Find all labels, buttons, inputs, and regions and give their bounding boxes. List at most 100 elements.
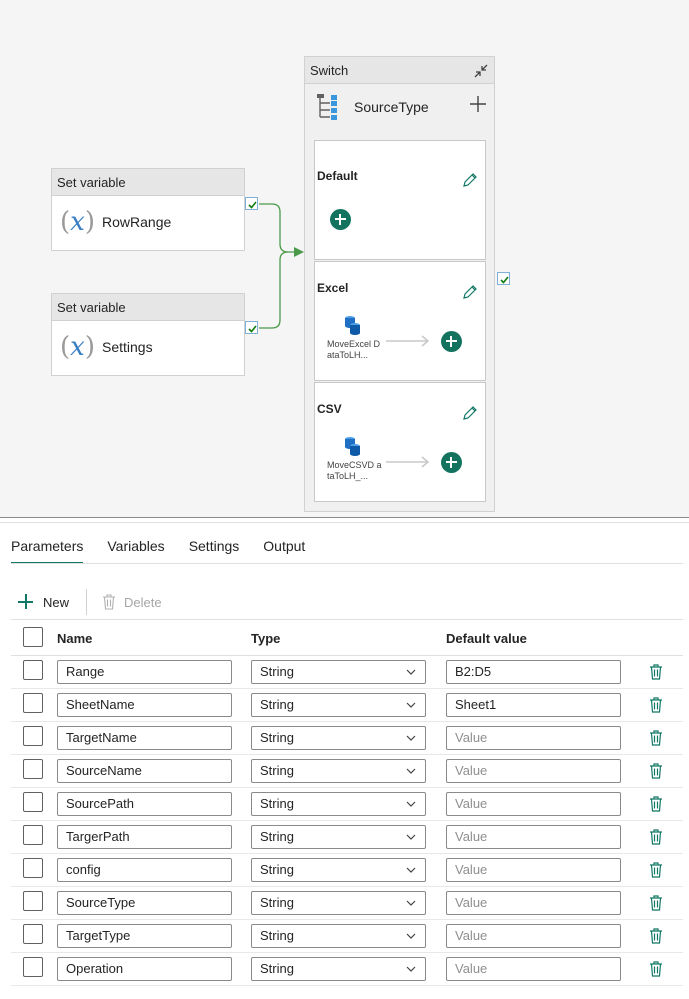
success-port-icon[interactable] bbox=[245, 321, 258, 334]
parameter-name-input[interactable]: SourceType bbox=[57, 891, 232, 915]
parameter-type-select[interactable]: String bbox=[251, 759, 426, 783]
parameter-default-input[interactable]: Value bbox=[446, 792, 621, 816]
parameter-type-select[interactable]: String bbox=[251, 825, 426, 849]
delete-row-icon[interactable] bbox=[649, 697, 663, 713]
delete-row-icon[interactable] bbox=[649, 730, 663, 746]
row-checkbox[interactable] bbox=[23, 792, 43, 812]
header-name: Name bbox=[57, 631, 93, 646]
chevron-down-icon bbox=[406, 702, 416, 708]
parameter-type-select[interactable]: String bbox=[251, 726, 426, 750]
edit-icon[interactable] bbox=[461, 171, 479, 189]
trash-icon bbox=[103, 594, 116, 610]
delete-parameter-button[interactable]: Delete bbox=[102, 594, 162, 610]
success-port-icon[interactable] bbox=[245, 197, 258, 210]
delete-row-icon[interactable] bbox=[649, 796, 663, 812]
parameter-type-select[interactable]: String bbox=[251, 858, 426, 882]
tab-settings[interactable]: Settings bbox=[189, 538, 240, 564]
row-checkbox[interactable] bbox=[23, 858, 43, 878]
switch-icon bbox=[317, 94, 343, 125]
edit-icon[interactable] bbox=[461, 283, 479, 301]
table-top-divider bbox=[11, 619, 683, 620]
parameter-default-input[interactable]: Value bbox=[446, 825, 621, 849]
pipeline-canvas[interactable]: Set variable (x) RowRange Set variable (… bbox=[0, 0, 689, 518]
add-activity-button[interactable] bbox=[330, 209, 351, 230]
select-all-checkbox[interactable] bbox=[23, 627, 43, 647]
tab-output[interactable]: Output bbox=[263, 538, 305, 564]
activity-name: Settings bbox=[102, 339, 153, 355]
add-case-icon[interactable] bbox=[468, 94, 488, 114]
chevron-down-icon bbox=[406, 768, 416, 774]
new-parameter-button[interactable]: New bbox=[11, 594, 69, 610]
row-checkbox[interactable] bbox=[23, 924, 43, 944]
row-checkbox[interactable] bbox=[23, 693, 43, 713]
copy-data-icon[interactable] bbox=[343, 436, 361, 461]
parameter-name-input[interactable]: SourcePath bbox=[57, 792, 232, 816]
table-header: Name Type Default value bbox=[11, 619, 683, 656]
collapse-icon[interactable] bbox=[471, 61, 491, 81]
parameter-type-select[interactable]: String bbox=[251, 957, 426, 981]
delete-row-icon[interactable] bbox=[649, 829, 663, 845]
add-activity-button[interactable] bbox=[441, 452, 462, 473]
case-title: CSV bbox=[317, 402, 342, 416]
tab-variables[interactable]: Variables bbox=[107, 538, 164, 564]
delete-row-icon[interactable] bbox=[649, 895, 663, 911]
parameter-default-input[interactable]: Sheet1 bbox=[446, 693, 621, 717]
add-activity-button[interactable] bbox=[441, 331, 462, 352]
switch-case-excel[interactable]: Excel MoveExcel DataToLH... bbox=[314, 261, 486, 381]
row-checkbox[interactable] bbox=[23, 759, 43, 779]
parameter-name-input[interactable]: TargerPath bbox=[57, 825, 232, 849]
row-checkbox[interactable] bbox=[23, 891, 43, 911]
parameter-name-input[interactable]: TargetName bbox=[57, 726, 232, 750]
header-default-value: Default value bbox=[446, 631, 527, 646]
parameter-type-value: String bbox=[260, 730, 294, 745]
parameter-type-select[interactable]: String bbox=[251, 924, 426, 948]
arrow-icon bbox=[386, 456, 430, 468]
parameter-name-input[interactable]: Operation bbox=[57, 957, 232, 981]
activity-type-label: Set variable bbox=[52, 294, 244, 321]
parameter-default-input[interactable]: Value bbox=[446, 759, 621, 783]
copy-activity-name: MoveExcel DataToLH... bbox=[327, 339, 381, 360]
row-checkbox[interactable] bbox=[23, 825, 43, 845]
activity-set-variable-rowrange[interactable]: Set variable (x) RowRange bbox=[51, 168, 245, 251]
panel-divider[interactable] bbox=[0, 517, 689, 518]
success-port-icon[interactable] bbox=[497, 272, 510, 285]
switch-case-default[interactable]: Default bbox=[314, 140, 486, 260]
parameter-type-select[interactable]: String bbox=[251, 693, 426, 717]
row-checkbox[interactable] bbox=[23, 660, 43, 680]
parameter-type-select[interactable]: String bbox=[251, 660, 426, 684]
edit-icon[interactable] bbox=[461, 404, 479, 422]
delete-row-icon[interactable] bbox=[649, 862, 663, 878]
table-row: config String Value bbox=[11, 854, 683, 887]
parameter-type-select[interactable]: String bbox=[251, 792, 426, 816]
row-checkbox[interactable] bbox=[23, 957, 43, 977]
parameter-default-input[interactable]: Value bbox=[446, 858, 621, 882]
properties-tabs: Parameters Variables Settings Output bbox=[11, 538, 329, 564]
switch-case-csv[interactable]: CSV MoveCSVD ataToLH_... bbox=[314, 382, 486, 502]
parameter-default-input[interactable]: Value bbox=[446, 726, 621, 750]
table-row: Operation String Value bbox=[11, 953, 683, 986]
delete-row-icon[interactable] bbox=[649, 664, 663, 680]
tab-parameters[interactable]: Parameters bbox=[11, 538, 84, 564]
tabs-divider bbox=[11, 563, 683, 564]
variable-icon: (x) bbox=[60, 207, 95, 237]
copy-data-icon[interactable] bbox=[343, 315, 361, 340]
parameter-type-select[interactable]: String bbox=[251, 891, 426, 915]
parameter-default-input[interactable]: B2:D5 bbox=[446, 660, 621, 684]
parameter-name-input[interactable]: TargetType bbox=[57, 924, 232, 948]
parameter-default-input[interactable]: Value bbox=[446, 957, 621, 981]
parameter-default-input[interactable]: Value bbox=[446, 891, 621, 915]
activity-switch[interactable]: Switch SourceType Default Excel MoveExce… bbox=[304, 56, 495, 512]
parameter-name-input[interactable]: SheetName bbox=[57, 693, 232, 717]
chevron-down-icon bbox=[406, 735, 416, 741]
row-checkbox[interactable] bbox=[23, 726, 43, 746]
delete-row-icon[interactable] bbox=[649, 961, 663, 977]
parameter-name-input[interactable]: config bbox=[57, 858, 232, 882]
activity-set-variable-settings[interactable]: Set variable (x) Settings bbox=[51, 293, 245, 376]
chevron-down-icon bbox=[406, 834, 416, 840]
parameter-name-input[interactable]: SourceName bbox=[57, 759, 232, 783]
parameter-type-value: String bbox=[260, 697, 294, 712]
delete-row-icon[interactable] bbox=[649, 928, 663, 944]
parameter-name-input[interactable]: Range bbox=[57, 660, 232, 684]
parameter-default-input[interactable]: Value bbox=[446, 924, 621, 948]
delete-row-icon[interactable] bbox=[649, 763, 663, 779]
